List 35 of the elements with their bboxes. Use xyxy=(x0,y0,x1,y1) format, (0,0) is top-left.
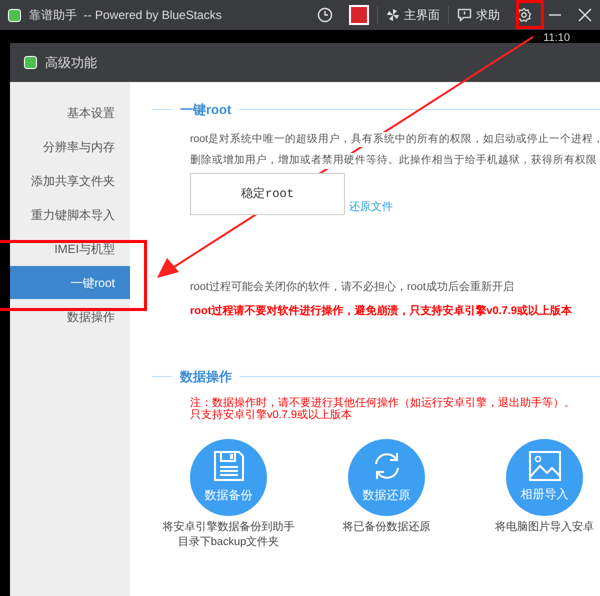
image-icon xyxy=(528,451,560,481)
sidebar-item[interactable]: 基本设置 xyxy=(10,96,130,129)
sidebar-item[interactable]: 添加共享文件夹 xyxy=(10,164,130,197)
leaf-logo-icon xyxy=(24,56,37,69)
sidebar-item[interactable]: 分辨率与内存 xyxy=(10,130,130,163)
note-text: root过程可能会关闭你的软件，请不必担心，root成功后会重新开启 xyxy=(190,280,515,295)
warning-text: 注：数据操作时，请不要进行其他任何操作（如运行安卓引擎，退出助手等）。 xyxy=(190,396,576,408)
clock-icon[interactable] xyxy=(317,7,333,23)
sidebar-item[interactable]: 一键root xyxy=(10,266,130,299)
leaf-logo-icon xyxy=(8,8,21,22)
warning-text: 只支持安卓引擎v0.7.9或以上版本 xyxy=(190,408,353,420)
sidebar-item[interactable]: IMEI与机型 xyxy=(10,232,130,265)
action-caption: 将已备份数据还原 xyxy=(342,520,430,534)
dialog-title: 高级功能 xyxy=(45,54,97,72)
speech-bubble-icon xyxy=(457,8,472,22)
action-caption: 将电脑图片导入安卓 xyxy=(495,520,594,534)
action-caption: 将安卓引擎数据备份到助手 xyxy=(162,520,294,534)
action-caption: 目录下backup文件夹 xyxy=(178,534,280,550)
sidebar-item[interactable]: 数据操作 xyxy=(10,300,130,333)
stable-root-button[interactable]: 稳定root xyxy=(190,173,345,215)
description-text: 删除或增加用户，增加或者禁用硬件等待。此操作相当于给手机越狱，获得所有权限 xyxy=(190,153,597,169)
toolbar-button[interactable]: 求助 xyxy=(448,6,508,24)
clock-text: 11:10 xyxy=(543,33,570,43)
warning-text: root过程请不要对软件进行操作，避免崩溃，只支持安卓引擎v0.7.9或以上版本 xyxy=(190,304,573,318)
settings-icon[interactable] xyxy=(516,7,532,23)
highlight-frame xyxy=(516,0,544,29)
window-title: 靠谱助手 -- Powered by BlueStacks xyxy=(29,7,222,24)
pinwheel-icon xyxy=(386,8,400,22)
app-icon[interactable] xyxy=(349,5,369,25)
section-heading: 数据操作 xyxy=(178,368,233,386)
sidebar-item[interactable]: 重力键脚本导入 xyxy=(10,198,130,231)
section-heading: 一键root xyxy=(179,101,232,119)
close-icon[interactable] xyxy=(578,8,592,22)
toolbar-button[interactable]: 主界面 xyxy=(377,6,448,24)
description-text: root是对系统中唯一的超级用户，具有系统中的所有的权限，如启动或停止一个进程， xyxy=(190,132,600,148)
